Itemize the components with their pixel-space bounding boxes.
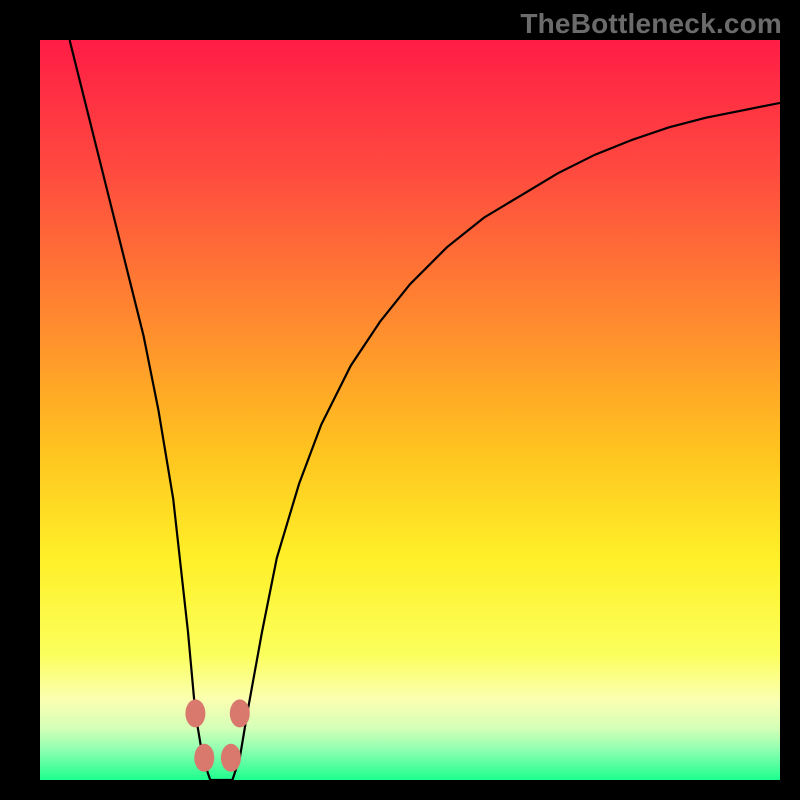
- plot-area: [40, 40, 780, 780]
- marker-dot: [194, 744, 214, 772]
- gradient-background: [40, 40, 780, 780]
- chart-frame: TheBottleneck.com: [0, 0, 800, 800]
- marker-dot: [221, 744, 241, 772]
- marker-dot: [185, 699, 205, 727]
- chart-canvas: [40, 40, 780, 780]
- marker-dot: [230, 699, 250, 727]
- watermark-label: TheBottleneck.com: [520, 8, 782, 40]
